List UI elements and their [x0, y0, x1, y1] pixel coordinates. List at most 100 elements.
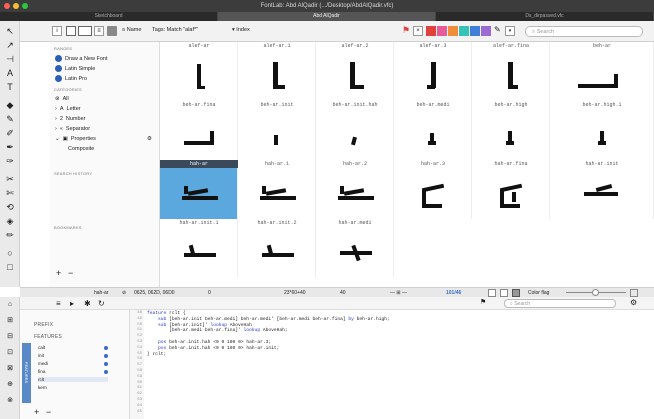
ellipse-tool-icon[interactable]: ○: [4, 247, 16, 259]
color-swatch-orange[interactable]: [448, 26, 458, 36]
list-view-icon[interactable]: ≡: [94, 26, 104, 36]
sidebar-item-letter[interactable]: › A Letter: [55, 106, 81, 112]
gear-icon[interactable]: ⚙: [147, 136, 152, 142]
flag-icon[interactable]: ⚑: [402, 25, 410, 36]
sidebar-item-separator[interactable]: › «Separator: [55, 126, 90, 132]
gear-icon[interactable]: ⚙: [630, 298, 637, 307]
panel-tool-icon[interactable]: ⊗: [4, 395, 16, 407]
color-swatch-teal[interactable]: [459, 26, 469, 36]
sidebar-item-latin-simple[interactable]: Latin Simple: [55, 65, 95, 72]
grid-view-icon[interactable]: [66, 26, 76, 36]
sidebar-item-number[interactable]: › 2 Number: [55, 116, 85, 122]
compile-icon[interactable]: ⚑: [480, 298, 490, 308]
feature-code[interactable]: feature rclt { sub [beh-ar.init beh-ar.m…: [147, 311, 390, 357]
info-icon[interactable]: i: [52, 26, 62, 36]
sidebar-item-draw-new-font[interactable]: Draw a New Font: [55, 55, 108, 62]
glyph-cell[interactable]: alef-ar: [160, 42, 238, 101]
glyph-cell[interactable]: beh-ar.medi: [394, 101, 472, 160]
glyph-cell[interactable]: beh-ar.high.1: [550, 101, 654, 160]
glyph-cell[interactable]: beh-ar.fina: [160, 101, 238, 160]
glyph-cell-selected[interactable]: hah-ar: [160, 160, 238, 219]
feature-item[interactable]: init: [38, 353, 108, 358]
glyph-cell[interactable]: beh-ar.init.hah: [316, 101, 394, 160]
glyph-cell[interactable]: hah-ar.2: [316, 160, 394, 219]
features-vertical-tab[interactable]: FEATURES: [22, 343, 31, 403]
contour-tool-icon[interactable]: ↗: [4, 39, 16, 51]
index-filter[interactable]: ▾ Index: [232, 27, 250, 33]
sidebar-item-properties[interactable]: ⌄ ▣ Properties ⚙: [55, 136, 152, 142]
glyph-cell[interactable]: hah-ar.fina: [472, 160, 550, 219]
rotate-tool-icon[interactable]: ⟲: [4, 201, 16, 213]
cell-size-slider-thumb[interactable]: [592, 289, 599, 296]
rectangle-tool-icon[interactable]: □: [4, 261, 16, 273]
tags-filter[interactable]: Tags: Match "alaf*": [152, 27, 198, 33]
add-button[interactable]: +: [56, 268, 61, 278]
view-mode-3-icon[interactable]: [512, 289, 520, 297]
minimize-window-button[interactable]: [13, 3, 19, 9]
panel-tool-icon[interactable]: ⊟: [4, 331, 16, 343]
add-feature-button[interactable]: +: [34, 407, 39, 417]
feature-item[interactable]: kern: [38, 385, 108, 390]
color-swatch-purple[interactable]: [481, 26, 491, 36]
feature-code-editor[interactable]: 48 49 50 51 52 53 54 55 56 57 58 59 60 61 62 63 64 65 fea…: [130, 310, 654, 419]
panel-tool-icon[interactable]: ⌂: [4, 299, 16, 311]
feature-item[interactable]: calt: [38, 345, 108, 350]
play-icon[interactable]: ▸: [70, 299, 74, 308]
features-search-input[interactable]: ⌕ Search: [504, 299, 616, 308]
knife-tool-icon[interactable]: ✂: [4, 173, 16, 185]
features-label[interactable]: FEATURES: [34, 334, 62, 340]
close-window-button[interactable]: [4, 3, 10, 9]
panel-tool-icon[interactable]: ⊕: [4, 379, 16, 391]
metrics-tool-icon[interactable]: ⊣: [4, 53, 16, 65]
clear-flag-icon[interactable]: ×: [413, 26, 423, 36]
sort-by-name[interactable]: ≡ Name: [122, 27, 141, 33]
glyph-cell[interactable]: hah-ar.1: [238, 160, 316, 219]
glyph-search-input[interactable]: ⌕ Search: [525, 26, 643, 37]
kerning-tool-icon[interactable]: A: [4, 67, 16, 79]
scissors-tool-icon[interactable]: ✄: [4, 187, 16, 199]
glyph-cell[interactable]: hah-ar.3: [394, 160, 472, 219]
glyph-cell[interactable]: hah-ar.init.1: [160, 219, 238, 278]
glyph-cell[interactable]: alef-ar.3: [394, 42, 472, 101]
glyph-cell[interactable]: alef-ar.1: [238, 42, 316, 101]
color-swatch-red[interactable]: [426, 26, 436, 36]
code-line[interactable]: sub [beh-ar.init beh-ar.medi] beh-ar.med…: [147, 317, 390, 323]
rapid-tool-icon[interactable]: ✑: [4, 155, 16, 167]
feature-item[interactable]: medi: [38, 361, 108, 366]
sidebar-item-composite[interactable]: Composite: [68, 146, 94, 152]
panel-tool-icon[interactable]: ⊡: [4, 347, 16, 359]
sidebar-item-latin-pro[interactable]: Latin Pro: [55, 75, 87, 82]
brush-tool-icon[interactable]: ✐: [4, 127, 16, 139]
eraser-tool-icon[interactable]: ◆: [4, 99, 16, 111]
feature-item[interactable]: fina: [38, 369, 108, 374]
glyph-cell[interactable]: hah-ar.init: [550, 160, 654, 219]
pointer-tool-icon[interactable]: ↖: [4, 25, 16, 37]
pen-tool-icon[interactable]: ✒: [4, 141, 16, 153]
feature-item-selected[interactable]: rclt: [38, 377, 108, 382]
glyph-cell[interactable]: beh-ar.high: [472, 101, 550, 160]
tab-second-font[interactable]: Ds_dirpassed.vfc: [436, 12, 654, 21]
pencil-tool-icon[interactable]: ✎: [4, 113, 16, 125]
sidebar-item-all[interactable]: ⊛ All: [55, 96, 69, 102]
cell-view-icon[interactable]: [78, 26, 92, 36]
glyph-cell[interactable]: beh-ar: [550, 42, 654, 101]
asterisk-icon[interactable]: ✱: [84, 299, 91, 308]
code-line[interactable]: } rclt;: [147, 352, 390, 358]
zoom-window-button[interactable]: [22, 3, 28, 9]
glyph-cell[interactable]: alef-ar.fina: [472, 42, 550, 101]
tab-sketchboard[interactable]: Sketchboard: [0, 12, 218, 21]
remove-feature-button[interactable]: −: [46, 407, 51, 417]
large-cells-icon[interactable]: [630, 289, 638, 297]
prefix-label[interactable]: PREFIX: [34, 322, 53, 328]
options-dropdown-icon[interactable]: ▾: [505, 26, 515, 36]
preview-icon[interactable]: [107, 26, 117, 36]
color-swatch-blue[interactable]: [470, 26, 480, 36]
glyph-cell[interactable]: hah-ar.medi: [316, 219, 394, 278]
pencil-icon[interactable]: ✎: [494, 25, 501, 34]
tab-abd-alqadir[interactable]: Abd AlQadir: [218, 12, 436, 21]
remove-button[interactable]: −: [68, 268, 73, 278]
list-icon[interactable]: ≡: [56, 299, 61, 308]
view-mode-1-icon[interactable]: [488, 289, 496, 297]
glyph-cell[interactable]: hah-ar.init.2: [238, 219, 316, 278]
panel-tool-icon[interactable]: ⊞: [4, 315, 16, 327]
